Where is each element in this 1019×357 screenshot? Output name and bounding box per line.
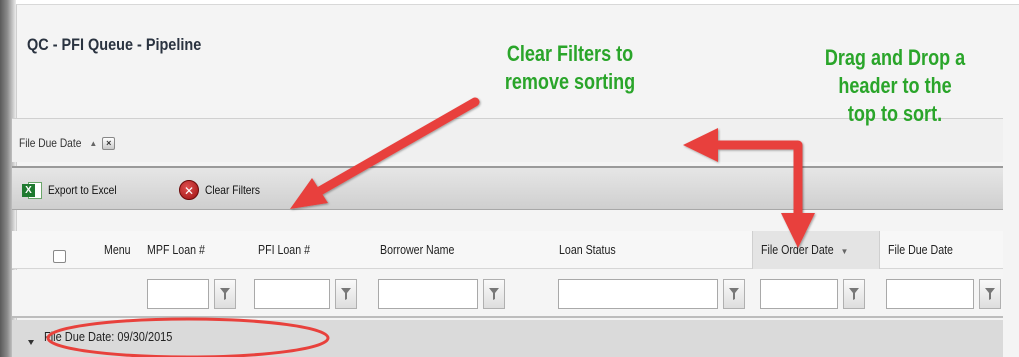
page-title: QC - PFI Queue - Pipeline [27,35,202,54]
clear-filters-button[interactable]: ✕ Clear Filters [179,179,270,201]
filter-input-borrower-name[interactable] [378,279,478,309]
filter-funnel-icon[interactable] [483,279,505,309]
filter-input-file-order-date[interactable] [760,279,838,309]
export-to-excel-button[interactable]: X Export to Excel [22,179,129,201]
column-header-loan-status[interactable]: Loan Status [559,231,626,269]
clear-circle-icon: ✕ [179,180,199,200]
excel-icon: X [22,180,42,200]
column-header-file-order-date[interactable]: File Order Date ▼ [752,231,880,269]
select-all-checkbox[interactable] [53,250,66,263]
filter-cell-pfi-loan [254,279,357,309]
group-header-row[interactable]: File Due Date: 09/30/2015 [12,320,1003,357]
column-header-mpf-loan[interactable]: MPF Loan # [147,231,215,269]
export-label: Export to Excel [48,183,117,197]
filter-funnel-icon[interactable] [979,279,1001,309]
filter-input-file-due-date[interactable] [886,279,974,309]
filter-funnel-icon[interactable] [214,279,236,309]
filter-input-mpf-loan[interactable] [147,279,209,309]
clear-filters-label: Clear Filters [205,183,260,197]
filter-funnel-icon[interactable] [843,279,865,309]
filter-cell-file-order-date [760,279,865,309]
grid-toolbar: X Export to Excel ✕ Clear Filters [12,166,1003,210]
column-header-borrower-name[interactable]: Borrower Name [380,231,468,269]
filter-cell-mpf-loan [147,279,236,309]
column-header-file-due-date[interactable]: File Due Date [888,231,964,269]
annotation-drag-drop: Drag and Drop a header to the top to sor… [824,45,966,126]
sort-desc-icon[interactable]: ▼ [840,247,848,256]
column-header-menu[interactable]: Menu [104,231,135,269]
grid-filter-row [12,270,1003,318]
filter-funnel-icon[interactable] [723,279,745,309]
group-chip-label: File Due Date [19,136,82,150]
group-chip-file-due-date[interactable]: File Due Date ▲ × [19,132,116,154]
filter-cell-borrower-name [378,279,505,309]
column-header-pfi-loan[interactable]: PFI Loan # [258,231,319,269]
filter-input-pfi-loan[interactable] [254,279,330,309]
filter-cell-loan-status [558,279,745,309]
filter-funnel-icon[interactable] [335,279,357,309]
sort-asc-icon[interactable]: ▲ [89,139,97,148]
grid-header-row: Menu MPF Loan # PFI Loan # Borrower Name… [12,231,1003,269]
annotation-clear-filters: Clear Filters to remove sorting [504,41,636,94]
filter-input-loan-status[interactable] [558,279,718,309]
filter-cell-file-due-date [886,279,1001,309]
close-icon[interactable]: × [102,136,116,150]
group-header-label: File Due Date: 09/30/2015 [44,330,173,344]
